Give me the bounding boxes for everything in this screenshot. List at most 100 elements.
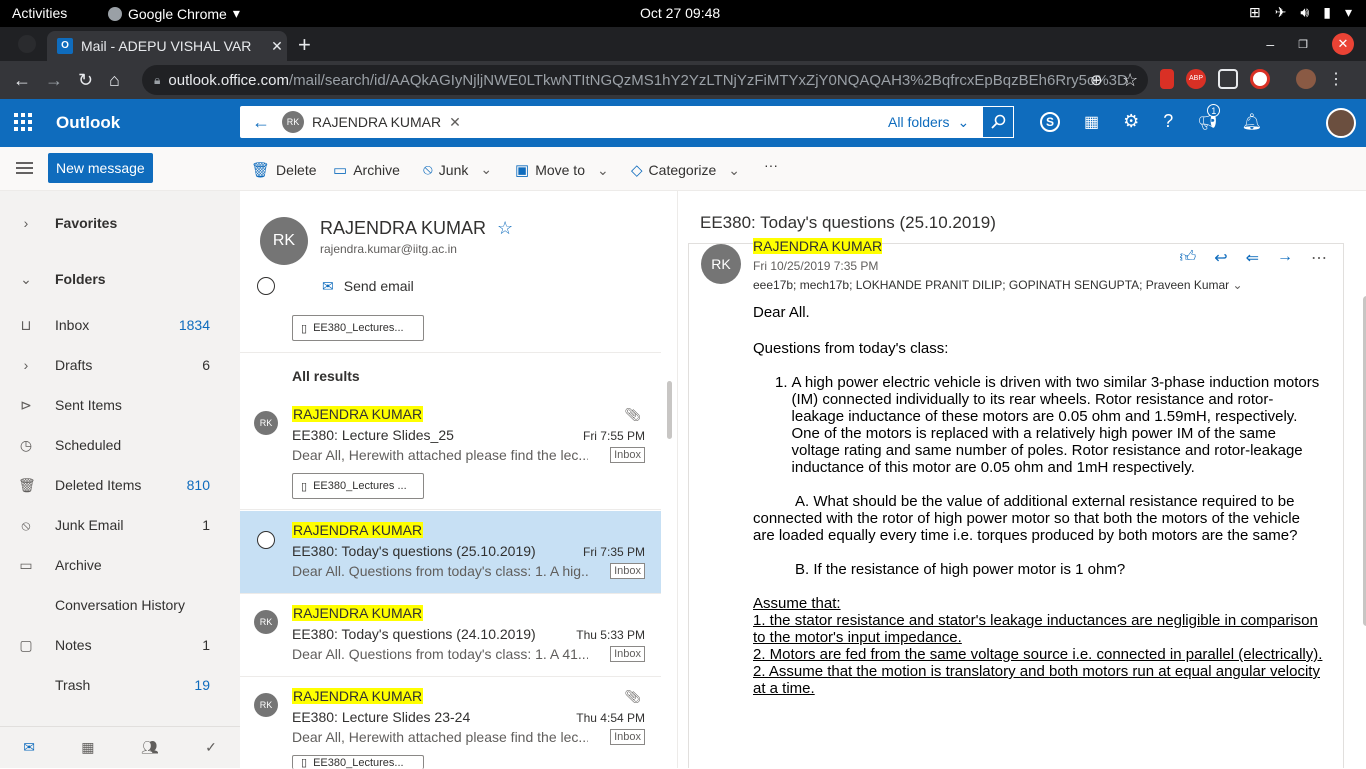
- account-avatar[interactable]: [1326, 108, 1356, 138]
- select-radio[interactable]: [257, 531, 275, 549]
- hamburger-menu-icon[interactable]: [16, 160, 34, 176]
- reply-icon[interactable]: ↩: [1214, 248, 1227, 268]
- help-icon[interactable]: ?: [1163, 111, 1173, 132]
- sidebar-item-trash[interactable]: Trash 19: [0, 665, 240, 705]
- bookmark-ext-icon[interactable]: [1160, 69, 1174, 89]
- recipients[interactable]: eee17b; mech17b; LOKHANDE PRANIT DILIP; …: [753, 278, 1243, 292]
- folder-tag[interactable]: Inbox: [610, 646, 645, 662]
- junk-button[interactable]: ⦸ Junk ⌄: [423, 161, 492, 178]
- folder-tag[interactable]: Inbox: [610, 447, 645, 463]
- my-day-icon[interactable]: ▦: [1084, 112, 1099, 132]
- attachment-chip[interactable]: ▯ EE380_Lectures...: [292, 755, 424, 769]
- chevron-down-icon[interactable]: ⌄: [728, 162, 740, 179]
- search-back-icon[interactable]: ←: [252, 112, 270, 133]
- skype-icon[interactable]: S: [1040, 111, 1060, 132]
- send-email-button[interactable]: ✉ Send email: [322, 278, 414, 295]
- like-icon[interactable]: 👍︎: [1179, 248, 1196, 268]
- list-item-selected[interactable]: RAJENDRA KUMAR EE380: Today's questions …: [240, 511, 661, 594]
- app-menu[interactable]: Google Chrome ▾: [108, 5, 240, 22]
- bookmark-star-icon[interactable]: ☆: [1122, 70, 1138, 91]
- move-folder-icon: ▣: [515, 162, 530, 179]
- search-scope-dropdown[interactable]: All folders ⌄: [888, 114, 969, 131]
- tab-close-icon[interactable]: ✕: [267, 38, 287, 55]
- new-message-button[interactable]: New message: [48, 153, 153, 183]
- add-icon[interactable]: ⊕: [1090, 71, 1103, 89]
- clock[interactable]: Oct 27 09:48: [640, 5, 720, 21]
- forward-icon[interactable]: →: [1277, 248, 1293, 268]
- attachment-chip[interactable]: ▯ EE380_Lectures...: [292, 315, 424, 341]
- activities-button[interactable]: Activities: [12, 5, 67, 21]
- list-item[interactable]: RK RAJENDRA KUMAR EE380: Today's questio…: [240, 594, 661, 677]
- todo-check-icon[interactable]: ✓: [205, 739, 217, 756]
- more-actions-button[interactable]: ···: [764, 157, 778, 173]
- maximize-icon[interactable]: ❐: [1298, 38, 1308, 51]
- sidebar-item-notes[interactable]: ▢ Notes 1: [0, 625, 240, 665]
- sidebar-item-drafts[interactable]: › Drafts 6: [0, 345, 240, 385]
- app-launcher-icon[interactable]: [14, 113, 32, 131]
- outlook-favicon-icon: O: [57, 38, 73, 54]
- list-number: 1.: [775, 374, 788, 391]
- attachment-chip[interactable]: ▯ EE380_Lectures ...: [292, 473, 424, 499]
- sidebar-item-deleted[interactable]: 🗑︎ Deleted Items 810: [0, 465, 240, 505]
- archive-button[interactable]: ▭ Archive: [333, 161, 400, 179]
- reading-pane: EE380: Today's questions (25.10.2019) RK…: [678, 191, 1366, 768]
- calendar-icon[interactable]: ▦: [81, 739, 94, 756]
- reload-icon[interactable]: ↻: [78, 70, 93, 91]
- sidebar-item-junk[interactable]: ⦸ Junk Email 1: [0, 505, 240, 545]
- contact-avatar[interactable]: RK: [260, 217, 308, 265]
- search-button[interactable]: [982, 106, 1014, 138]
- categorize-button[interactable]: ◇ Categorize ⌄: [631, 161, 740, 180]
- chevron-down-icon: ⌄: [957, 114, 970, 130]
- list-item[interactable]: RK RAJENDRA KUMAR 📎︎ EE380: Lecture Slid…: [240, 677, 661, 769]
- address-bar[interactable]: 🔒︎ outlook.office.com/mail/search/id/AAQ…: [142, 65, 1148, 95]
- more-icon[interactable]: ⋯: [1311, 248, 1327, 268]
- reply-all-icon[interactable]: ⇐: [1246, 248, 1259, 268]
- sidebar-item-scheduled[interactable]: ◷ Scheduled: [0, 425, 240, 465]
- question-1: 1. A high power electric vehicle is driv…: [753, 374, 1323, 476]
- search-chip[interactable]: RK RAJENDRA KUMAR ✕: [282, 110, 461, 134]
- folders-group[interactable]: ⌄ Folders: [0, 259, 240, 299]
- settings-gear-icon[interactable]: ⚙: [1123, 111, 1139, 132]
- new-tab-button[interactable]: +: [298, 32, 311, 58]
- folder-tag[interactable]: Inbox: [610, 729, 645, 745]
- list-scrollbar[interactable]: [667, 381, 672, 439]
- whats-new-icon[interactable]: 📢︎ 1: [1197, 103, 1221, 132]
- question-b: B. If the resistance of high power motor…: [795, 561, 1126, 578]
- sender-avatar[interactable]: RK: [701, 244, 741, 284]
- search-box[interactable]: ← RK RAJENDRA KUMAR ✕ All folders ⌄: [240, 106, 1014, 138]
- pocket-icon[interactable]: [1218, 69, 1238, 89]
- favorite-star-icon[interactable]: ☆: [497, 218, 513, 238]
- favorites-group[interactable]: › Favorites: [0, 203, 240, 243]
- adblock-icon[interactable]: ABP: [1186, 69, 1206, 89]
- select-all-radio[interactable]: [257, 277, 275, 295]
- outlook-brand[interactable]: Outlook: [56, 113, 120, 133]
- list-item[interactable]: RK RAJENDRA KUMAR 📎︎ EE380: Lecture Slid…: [240, 395, 661, 510]
- back-icon[interactable]: ←: [13, 70, 31, 91]
- sidebar-item-archive[interactable]: ▭ Archive: [0, 545, 240, 585]
- forward-icon[interactable]: →: [45, 70, 63, 91]
- chevron-down-icon[interactable]: ⌄: [597, 162, 609, 179]
- home-icon[interactable]: ⌂: [109, 70, 120, 91]
- browser-tab[interactable]: O Mail - ADEPU VISHAL VAR ✕: [47, 31, 287, 61]
- block-icon: ⦸: [423, 161, 433, 178]
- extension-icon[interactable]: [1250, 69, 1270, 89]
- folder-tag[interactable]: Inbox: [610, 563, 645, 579]
- chevron-down-icon[interactable]: ⌄: [480, 161, 492, 178]
- system-tray[interactable]: ⊞ ✈ 🔊︎ ▮ ▾: [1249, 4, 1352, 21]
- people-icon[interactable]: 👥︎: [141, 739, 159, 756]
- sidebar-item-inbox[interactable]: ⊔ Inbox 1834: [0, 305, 240, 345]
- chevron-down-icon[interactable]: ⌄: [1233, 278, 1243, 292]
- mail-icon[interactable]: ✉: [23, 739, 35, 756]
- move-to-button[interactable]: ▣ Move to ⌄: [515, 161, 609, 180]
- tab-search-icon[interactable]: [18, 35, 36, 53]
- minimize-icon[interactable]: –: [1266, 36, 1274, 52]
- sidebar-item-conversation-history[interactable]: Conversation History: [0, 585, 240, 625]
- bell-icon[interactable]: 🔔︎: [1242, 112, 1262, 132]
- chip-remove-icon[interactable]: ✕: [449, 114, 461, 131]
- window-close-button[interactable]: ✕: [1332, 33, 1354, 55]
- sidebar-item-sent[interactable]: ⊳ Sent Items: [0, 385, 240, 425]
- menu-dots-icon[interactable]: ⋮: [1328, 69, 1344, 89]
- profile-avatar-icon[interactable]: [1296, 69, 1316, 89]
- delete-button[interactable]: 🗑︎ Delete: [251, 161, 317, 179]
- sender-name[interactable]: RAJENDRA KUMAR: [753, 238, 883, 254]
